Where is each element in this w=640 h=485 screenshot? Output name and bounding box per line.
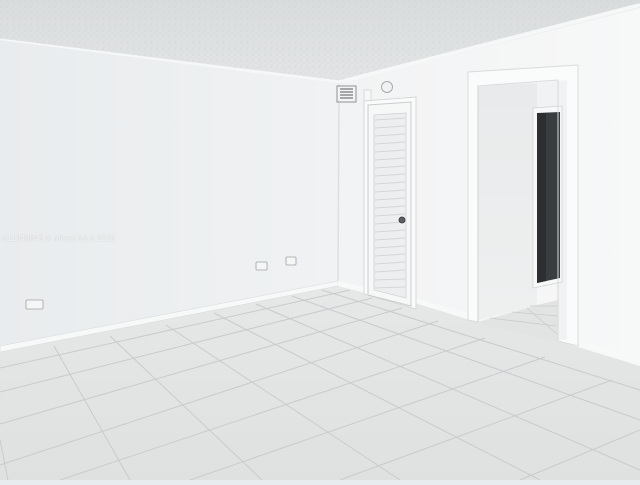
door-knob[interactable] (398, 216, 406, 224)
wall-corner (337, 83, 340, 287)
hallway-dark-shade (537, 113, 546, 283)
watermark-text: A11843843 © Miami MLS 2025 (2, 234, 116, 243)
air-vent (336, 85, 357, 103)
outlet-left (25, 299, 44, 310)
outlet-center-2 (285, 256, 297, 266)
smoke-detector (381, 81, 393, 93)
room-photo: A11843843 © Miami MLS 2025 (0, 0, 640, 481)
hallway-wall (478, 83, 537, 320)
outlet-center (255, 261, 268, 271)
